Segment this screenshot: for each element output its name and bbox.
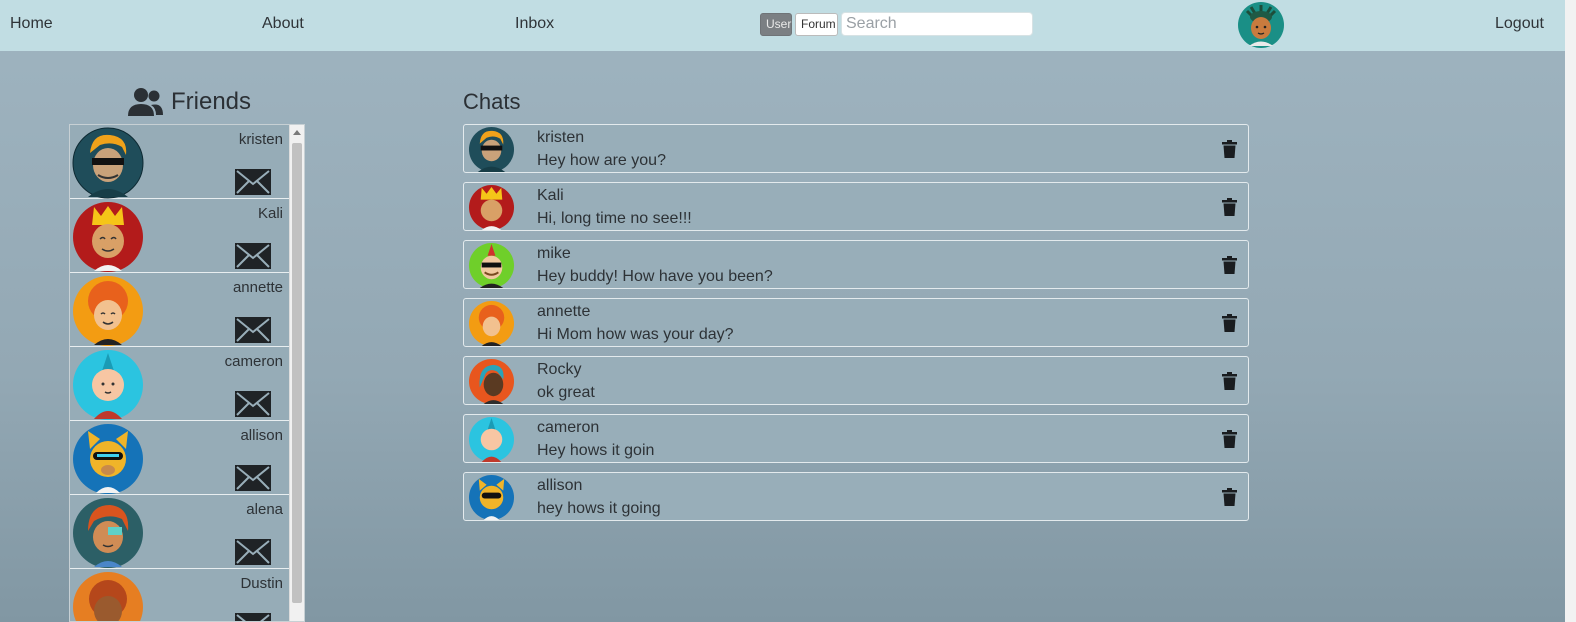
friend-name: kristen: [238, 131, 283, 148]
trash-icon[interactable]: [1222, 256, 1237, 274]
friend-avatar: [72, 127, 144, 199]
envelope-icon[interactable]: [235, 539, 271, 565]
search-mode-forum-button[interactable]: Forum: [795, 13, 838, 36]
envelope-icon[interactable]: [235, 465, 271, 491]
chat-contact-name: cameron: [537, 419, 600, 436]
friend-name: allison: [240, 427, 283, 444]
friend-avatar: [73, 202, 143, 272]
chat-contact-name: Rocky: [537, 361, 582, 378]
chats-title: Chats: [463, 89, 521, 114]
friend-name: Dustin: [240, 575, 283, 592]
chat-avatar: [468, 300, 515, 347]
chat-last-message: Hey hows it goin: [537, 442, 655, 459]
envelope-icon[interactable]: [235, 613, 271, 622]
friends-list-scrollbar[interactable]: [289, 125, 304, 621]
trash-icon[interactable]: [1222, 372, 1237, 390]
chat-last-message: hey hows it going: [537, 500, 661, 517]
friend-item[interactable]: Kali: [70, 199, 289, 273]
envelope-icon[interactable]: [235, 391, 271, 417]
friend-item[interactable]: kristen: [70, 125, 289, 199]
trash-icon[interactable]: [1222, 314, 1237, 332]
friend-item[interactable]: allison: [70, 421, 289, 495]
chat-avatar: [468, 242, 515, 289]
friends-heading: Friends: [127, 85, 251, 119]
friend-name: cameron: [224, 353, 283, 370]
friend-name: annette: [232, 279, 283, 296]
friend-name: alena: [246, 501, 283, 518]
friend-avatar: [73, 276, 143, 346]
chat-last-message: Hi, long time no see!!!: [537, 210, 692, 227]
chat-row[interactable]: annette Hi Mom how was your day?: [463, 298, 1249, 347]
friend-item[interactable]: alena: [70, 495, 289, 569]
friend-item[interactable]: cameron: [70, 347, 289, 421]
search-mode-user-button[interactable]: User: [760, 13, 792, 36]
friend-name: Kali: [257, 205, 283, 222]
user-avatar[interactable]: [1237, 1, 1285, 49]
chat-avatar: [468, 358, 515, 405]
chat-contact-name: allison: [537, 477, 583, 494]
chat-last-message: ok great: [537, 384, 595, 401]
chat-row[interactable]: kristen Hey how are you?: [463, 124, 1249, 173]
nav-home-link[interactable]: Home: [10, 15, 53, 33]
scrollbar-thumb[interactable]: [292, 143, 302, 603]
chat-row[interactable]: Rocky ok great: [463, 356, 1249, 405]
envelope-icon[interactable]: [235, 169, 271, 195]
friend-avatar: [73, 424, 143, 494]
friend-avatar: [73, 498, 143, 568]
friend-avatar: [73, 572, 143, 621]
nav-logout-link[interactable]: Logout: [1495, 15, 1544, 33]
chat-contact-name: mike: [537, 245, 571, 262]
trash-icon[interactable]: [1222, 488, 1237, 506]
top-navbar: Home About Inbox User Forum Logout: [0, 0, 1565, 51]
nav-inbox-link[interactable]: Inbox: [515, 15, 554, 33]
trash-icon[interactable]: [1222, 198, 1237, 216]
scroll-up-arrow-icon[interactable]: [293, 130, 301, 135]
chat-avatar: [468, 474, 515, 521]
chat-row[interactable]: allison hey hows it going: [463, 472, 1249, 521]
chat-row[interactable]: Kali Hi, long time no see!!!: [463, 182, 1249, 231]
chat-last-message: Hey buddy! How have you been?: [537, 268, 773, 285]
users-icon: [128, 88, 163, 116]
chat-row[interactable]: mike Hey buddy! How have you been?: [463, 240, 1249, 289]
chat-avatar: [468, 126, 515, 173]
chat-last-message: Hi Mom how was your day?: [537, 326, 734, 343]
friend-avatar: [73, 350, 143, 420]
friends-title: Friends: [171, 88, 252, 115]
friend-item[interactable]: Dustin: [70, 569, 289, 622]
chat-row[interactable]: cameron Hey hows it goin: [463, 414, 1249, 463]
trash-icon[interactable]: [1222, 430, 1237, 448]
chat-avatar: [468, 184, 515, 231]
envelope-icon[interactable]: [235, 317, 271, 343]
chat-last-message: Hey how are you?: [537, 152, 666, 169]
chat-contact-name: kristen: [537, 129, 585, 146]
search-input[interactable]: [841, 12, 1033, 36]
envelope-icon[interactable]: [235, 243, 271, 269]
chat-contact-name: Kali: [537, 187, 564, 204]
chat-contact-name: annette: [537, 303, 591, 320]
page-scrollbar[interactable]: [1565, 0, 1576, 622]
chat-avatar: [468, 416, 515, 463]
nav-about-link[interactable]: About: [262, 15, 304, 33]
friends-list[interactable]: kristen Kali annette cameron allison ale…: [69, 124, 305, 622]
trash-icon[interactable]: [1222, 140, 1237, 158]
friend-item[interactable]: annette: [70, 273, 289, 347]
